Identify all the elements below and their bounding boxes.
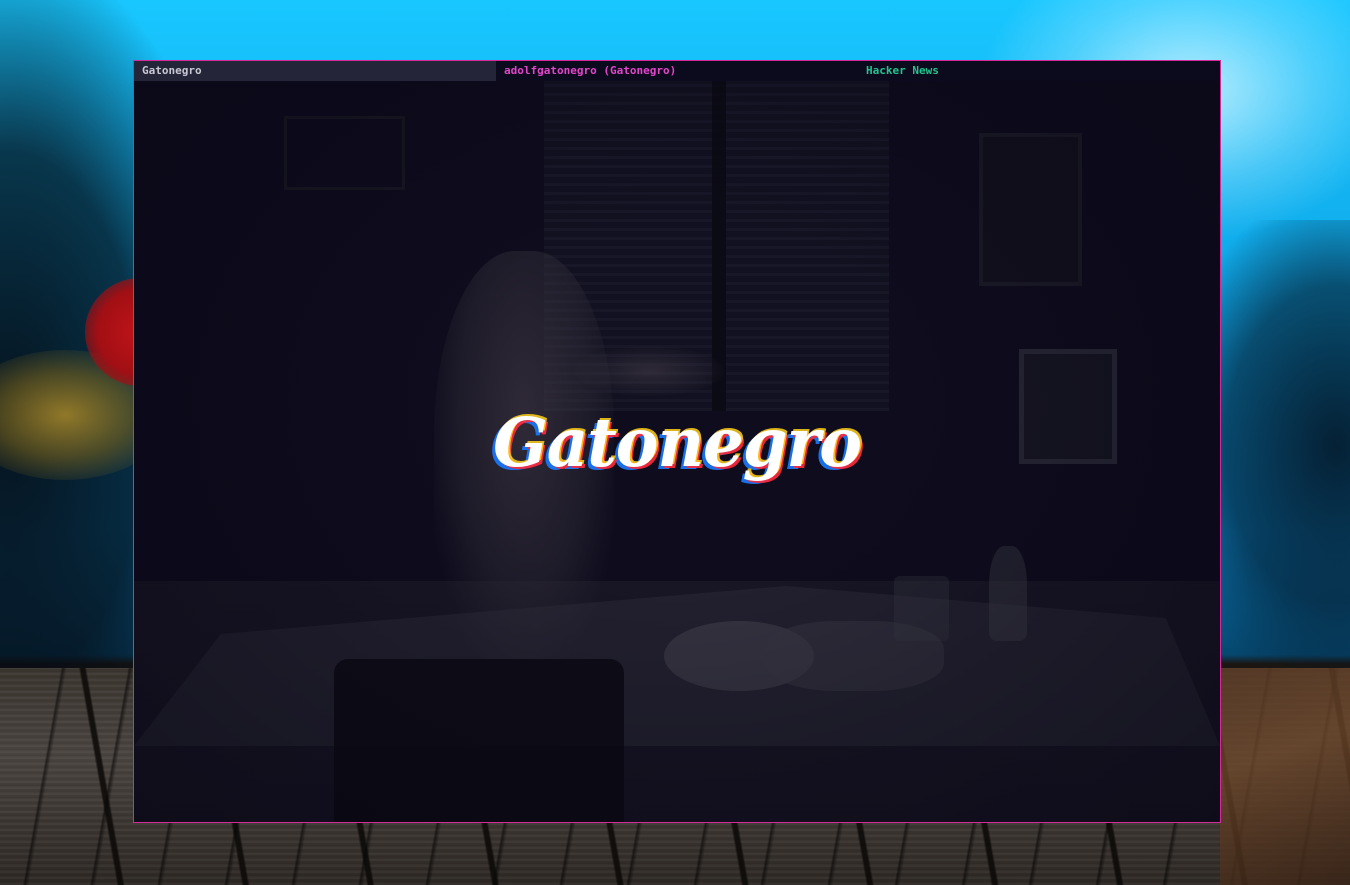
browser-window[interactable]: Gatonegro adolfgatonegro (Gatonegro) Hac… <box>133 60 1221 823</box>
logo-text: Gatonegro <box>493 404 862 483</box>
tab-adolfgatonegro[interactable]: adolfgatonegro (Gatonegro) <box>496 61 858 81</box>
wood-plank-right <box>1220 668 1350 885</box>
desktop-wallpaper: Gatonegro adolfgatonegro (Gatonegro) Hac… <box>0 0 1350 885</box>
tab-bar: Gatonegro adolfgatonegro (Gatonegro) Hac… <box>134 61 1220 81</box>
logo: Gatonegro Gatonegro Gatonegro Gatonegro <box>134 402 1220 486</box>
logo-text-group: Gatonegro Gatonegro Gatonegro Gatonegro <box>490 402 865 486</box>
tab-hacker-news[interactable]: Hacker News <box>858 61 1220 81</box>
tab-gatonegro[interactable]: Gatonegro <box>134 61 496 81</box>
